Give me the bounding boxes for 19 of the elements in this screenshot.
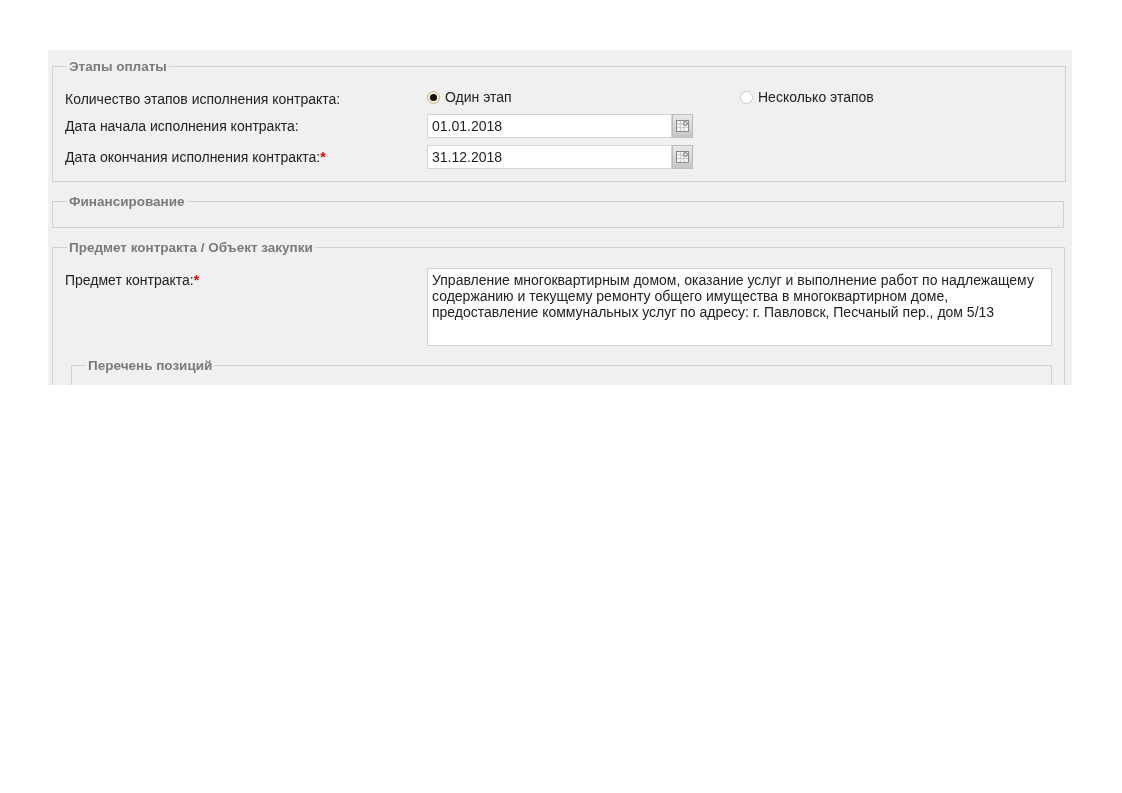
calendar-icon [676,120,689,132]
radio-label: Один этап [445,89,512,105]
section-title: Перечень позиций [87,358,214,373]
date-field[interactable]: 01.01.2018 [427,114,672,138]
field-label: Дата начала исполнения контракта: [65,117,300,134]
section-title: Этапы оплаты [68,59,168,74]
field-label: Количество этапов исполнения контракта: [65,90,342,107]
radio-button[interactable] [427,90,440,104]
section-title: Финансирование [68,194,186,209]
calendar-button[interactable] [672,145,693,169]
calendar-icon [676,151,689,163]
field-label: Дата окончания исполнения контракта:* [65,148,327,165]
date-field[interactable]: 31.12.2018 [427,145,672,169]
calendar-button[interactable] [672,114,693,138]
field-label: Предмет контракта:* [65,271,201,288]
section-title: Предмет контракта / Объект закупки [68,240,314,255]
radio-label: Несколько этапов [758,89,874,105]
text-area[interactable]: Управление многоквартирным домом, оказание услуг и выполнение работ по надлежащему содержанию и текущему ремонту общего имущества в многоквартирном доме, предоставление коммунальных услуг по адресу: г. Павловск, Песчаный пер., дом 5/13 [427,268,1052,346]
radio-button[interactable] [740,90,753,104]
